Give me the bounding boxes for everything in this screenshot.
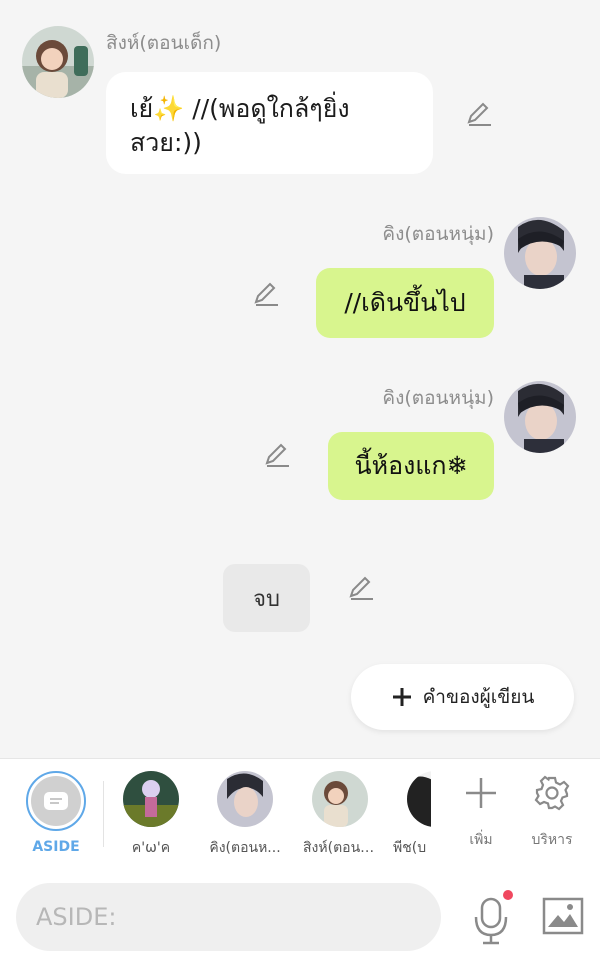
character-tray: ASIDE ค'ω'ค คิง(ตอนห... สิงห์(ตอนเ... พี…: [0, 758, 600, 872]
character-avatar: [217, 771, 273, 827]
narration-bubble[interactable]: จบ: [223, 564, 310, 632]
character-label: คิง(ตอนห...: [209, 840, 281, 856]
plus-icon: [392, 688, 411, 706]
message-bubble[interactable]: เย้✨ //(พอดูใกล้ๆยิ่ง สวย:)): [106, 72, 433, 174]
input-bar: [0, 871, 600, 965]
character-label: ค'ω'ค: [131, 840, 171, 856]
character-label: พีช(บ: [393, 840, 427, 856]
edit-pencil-icon[interactable]: [347, 574, 375, 602]
character-label: สิงห์(ตอนเ...: [303, 840, 377, 856]
avatar-king-young[interactable]: [504, 217, 576, 289]
character-chip[interactable]: พีช(บ: [393, 771, 431, 859]
mic-button[interactable]: [470, 889, 516, 947]
speaker-name: สิงห์(ตอนเด็ก): [106, 32, 222, 54]
character-avatar: [407, 771, 431, 827]
tray-divider: [103, 781, 104, 847]
edit-pencil-icon[interactable]: [252, 280, 280, 308]
character-chip[interactable]: สิงห์(ตอนเ...: [303, 771, 377, 859]
avatar-singh-child[interactable]: [22, 26, 94, 98]
edit-pencil-icon[interactable]: [465, 100, 493, 128]
speaker-name: คิง(ตอนหนุ่ม): [382, 387, 494, 409]
manage-label: บริหาร: [531, 832, 573, 848]
add-character-button[interactable]: เพิ่ม: [454, 771, 508, 851]
message-bubble[interactable]: นี้ห้องแก❄: [328, 432, 494, 500]
image-button[interactable]: [542, 897, 584, 935]
microphone-icon: [474, 890, 513, 945]
manage-button[interactable]: บริหาร: [524, 771, 580, 851]
aside-label: ASIDE: [32, 839, 80, 855]
character-avatar: [312, 771, 368, 827]
image-icon: [542, 897, 584, 935]
character-chip[interactable]: คิง(ตอนห...: [208, 771, 282, 859]
aside-selector[interactable]: ASIDE: [24, 771, 88, 855]
add-label: เพิ่ม: [469, 832, 493, 848]
message-input[interactable]: [16, 883, 441, 951]
message-text-line: สวย:)): [130, 128, 202, 157]
plus-icon: [466, 778, 496, 808]
message-bubble[interactable]: //เดินขึ้นไป: [316, 268, 494, 338]
character-chip[interactable]: ค'ω'ค: [114, 771, 188, 859]
message-text-line: เย้✨ //(พอดูใกล้ๆยิ่ง: [130, 94, 350, 123]
character-avatar: [123, 771, 179, 827]
author-note-label: คำของผู้เขียน: [422, 686, 535, 708]
gear-icon: [534, 775, 570, 811]
speaker-name: คิง(ตอนหนุ่ม): [382, 223, 494, 245]
aside-icon: [44, 792, 68, 810]
author-note-button[interactable]: คำของผู้เขียน: [351, 664, 574, 730]
edit-pencil-icon[interactable]: [263, 441, 291, 469]
avatar-king-young[interactable]: [504, 381, 576, 453]
